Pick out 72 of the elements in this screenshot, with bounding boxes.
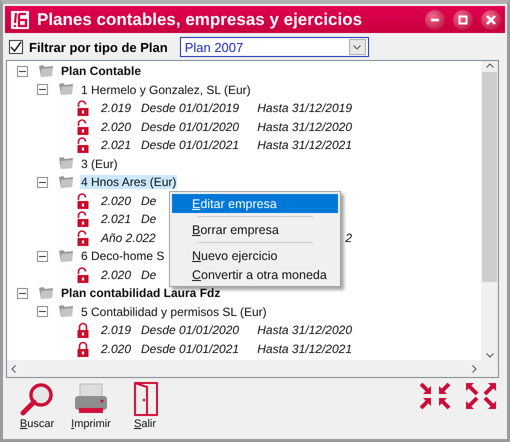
folder-icon	[58, 157, 74, 170]
start-date: De	[141, 192, 158, 209]
toolbar-button[interactable]: Salir	[125, 382, 165, 430]
start-date: Desde 01/01/2020	[141, 118, 240, 135]
toolbar-button[interactable]: Imprimir	[71, 382, 111, 430]
tree-item[interactable]: Plan Contable	[60, 64, 142, 78]
scroll-up-icon[interactable]	[486, 63, 494, 68]
end-date: Hasta 31/12/2021	[257, 340, 353, 357]
folder-icon	[58, 250, 74, 263]
tree-item[interactable]: Plan contabilidad Laura Fdz	[60, 286, 222, 300]
expand-toggle[interactable]	[37, 306, 48, 318]
collapse-all-icon[interactable]	[419, 382, 451, 410]
maximize-button[interactable]	[453, 10, 473, 30]
start-date: Desde 01/01/2021	[141, 340, 240, 357]
tree-item[interactable]: 4 Hnos Ares (Eur)	[80, 175, 178, 190]
folder-icon	[58, 83, 74, 96]
menu-item[interactable]: Nuevo ejercicio	[172, 246, 338, 265]
start-date: De	[141, 266, 158, 283]
chevron-down-icon	[353, 44, 362, 50]
start-date: De	[141, 211, 158, 228]
tree-item[interactable]: 6 Deco-home S	[80, 249, 166, 264]
search-icon	[20, 382, 54, 416]
end-date: Hasta 31/12/2019	[257, 100, 353, 116]
minimize-button[interactable]	[425, 10, 445, 30]
exercise-year: 2.019	[101, 322, 132, 338]
exercise-year: 2.021	[101, 137, 132, 154]
window-title: Planes contables, empresas y ejercicios	[37, 10, 364, 30]
tree-item[interactable]: 1 Hermelo y Gonzalez, SL (Eur)	[80, 82, 252, 97]
plan-dropdown[interactable]: Plan 2007	[180, 37, 369, 57]
start-date: Desde 01/01/2021	[141, 137, 240, 154]
vertical-scrollbar[interactable]	[481, 61, 498, 360]
end-date: Hasta 31/12/2020	[257, 322, 353, 338]
toolbar-button[interactable]: Buscar	[17, 382, 57, 430]
tree-item[interactable]: 3 (Eur)	[80, 156, 119, 171]
folder-icon	[58, 305, 74, 318]
horizontal-scrollbar[interactable]	[7, 360, 481, 377]
scroll-left-icon[interactable]	[11, 364, 16, 372]
expand-toggle[interactable]	[17, 288, 28, 299]
menu-item[interactable]: Editar empresa	[172, 194, 338, 213]
exercise-year: 2.020	[101, 340, 132, 357]
scroll-down-icon[interactable]	[486, 353, 494, 358]
printer-icon	[74, 382, 108, 416]
filter-label: Filtrar por tipo de Plan	[29, 40, 168, 54]
menu-item[interactable]: Borrar empresa	[172, 220, 338, 239]
exercise-year: 2.021	[101, 211, 132, 228]
expand-toggle[interactable]	[37, 250, 48, 262]
close-button[interactable]	[481, 10, 501, 30]
folder-icon	[58, 176, 74, 189]
menu-item[interactable]: Convertir a otra moneda	[172, 265, 338, 284]
expand-toggle[interactable]	[37, 84, 48, 96]
app-logo-icon	[11, 10, 29, 28]
end-date: 2	[345, 230, 353, 246]
exercise-year: 2.020	[101, 266, 132, 283]
expand-toggle[interactable]	[17, 66, 28, 77]
folder-icon	[38, 64, 54, 78]
start-date: Desde 01/01/2019	[141, 100, 240, 116]
maximize-icon	[458, 14, 468, 24]
folder-icon	[38, 286, 54, 300]
expand-toggle[interactable]	[37, 176, 48, 188]
scroll-right-icon[interactable]	[472, 364, 477, 372]
filter-checkbox[interactable]	[9, 40, 23, 54]
close-icon	[486, 14, 496, 24]
exercise-year: 2.020	[101, 118, 132, 135]
end-date: Hasta 31/12/2021	[257, 137, 353, 154]
exercise-year: 2.019	[101, 100, 132, 116]
tree-item[interactable]: 5 Contabilidad y permisos SL (Eur)	[80, 304, 268, 319]
end-date: Hasta 31/12/2020	[257, 118, 353, 135]
expand-all-icon[interactable]	[465, 382, 497, 410]
scroll-thumb[interactable]	[482, 72, 497, 282]
start-date: Desde 01/01/2020	[141, 322, 240, 338]
exercise-year: 2.020	[101, 192, 132, 209]
exercise-year: Año 2.022	[101, 230, 157, 246]
